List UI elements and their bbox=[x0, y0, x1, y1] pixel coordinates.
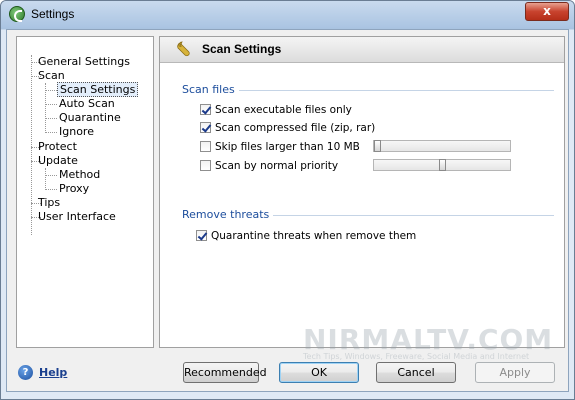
option-skip-large-files[interactable]: Skip files larger than 10 MB bbox=[200, 140, 400, 154]
watermark-tagline: Tech Tips, Windows, Freeware, Social Med… bbox=[303, 352, 530, 361]
tree-connector bbox=[45, 90, 57, 91]
group-label-remove-threats: Remove threats bbox=[182, 208, 274, 221]
tree-connector bbox=[45, 118, 57, 119]
recommended-button[interactable]: Recommended bbox=[183, 362, 267, 383]
slider-thumb[interactable] bbox=[374, 140, 381, 152]
panel-title: Scan Settings bbox=[202, 42, 282, 56]
panel-header: Scan Settings bbox=[160, 37, 564, 63]
help-label: Help bbox=[39, 366, 68, 379]
tree-item-quarantine[interactable]: Quarantine bbox=[59, 111, 121, 125]
checkbox[interactable] bbox=[196, 230, 207, 241]
tree-item-scan-settings[interactable]: Scan Settings bbox=[57, 82, 139, 97]
tree-item-method[interactable]: Method bbox=[59, 168, 100, 182]
tree-item-scan[interactable]: Scan bbox=[38, 69, 65, 83]
tree-connector bbox=[45, 168, 46, 190]
app-logo-icon bbox=[9, 6, 25, 22]
tree-item-user-interface[interactable]: User Interface bbox=[38, 210, 116, 224]
tree-connector bbox=[31, 55, 32, 235]
tree-item-protect[interactable]: Protect bbox=[38, 140, 77, 154]
tree-item-proxy[interactable]: Proxy bbox=[59, 182, 89, 196]
checkbox[interactable] bbox=[200, 160, 211, 171]
option-scan-compressed[interactable]: Scan compressed file (zip, rar) bbox=[200, 121, 400, 135]
option-quarantine-threats[interactable]: Quarantine threats when remove them bbox=[196, 229, 436, 243]
scan-settings-panel: Scan Settings Scan files Scan executable… bbox=[159, 36, 565, 348]
slider-thumb[interactable] bbox=[439, 159, 446, 171]
tree-item-general-settings[interactable]: General Settings bbox=[38, 55, 130, 69]
tree-connector bbox=[45, 189, 57, 190]
settings-window: Settings x General Settings Scan Scan Se… bbox=[0, 0, 575, 400]
apply-button[interactable]: Apply bbox=[475, 362, 555, 383]
option-scan-executable[interactable]: Scan executable files only bbox=[200, 103, 400, 117]
dialog-body: General Settings Scan Scan Settings Auto… bbox=[6, 29, 569, 392]
checkbox[interactable] bbox=[200, 104, 211, 115]
help-icon: ? bbox=[18, 365, 33, 380]
title-bar[interactable]: Settings x bbox=[1, 1, 574, 28]
tree-item-auto-scan[interactable]: Auto Scan bbox=[59, 97, 115, 111]
priority-slider[interactable] bbox=[373, 159, 511, 171]
cancel-button[interactable]: Cancel bbox=[376, 362, 456, 383]
window-title: Settings bbox=[31, 7, 75, 21]
tree-connector bbox=[45, 175, 57, 176]
tree-item-ignore[interactable]: Ignore bbox=[59, 125, 94, 139]
ok-button[interactable]: OK bbox=[279, 362, 359, 383]
tree-connector bbox=[45, 132, 57, 133]
tree-item-update[interactable]: Update bbox=[38, 154, 78, 168]
checkbox[interactable] bbox=[200, 141, 211, 152]
settings-tree: General Settings Scan Scan Settings Auto… bbox=[16, 36, 154, 348]
option-scan-priority[interactable]: Scan by normal priority bbox=[200, 159, 400, 173]
group-label-scan-files: Scan files bbox=[182, 83, 239, 96]
close-button[interactable]: x bbox=[525, 2, 569, 21]
file-size-slider[interactable] bbox=[373, 140, 511, 152]
tree-item-tips[interactable]: Tips bbox=[38, 196, 60, 210]
checkbox[interactable] bbox=[200, 122, 211, 133]
wrench-icon bbox=[177, 41, 190, 57]
tree-connector bbox=[45, 104, 57, 105]
